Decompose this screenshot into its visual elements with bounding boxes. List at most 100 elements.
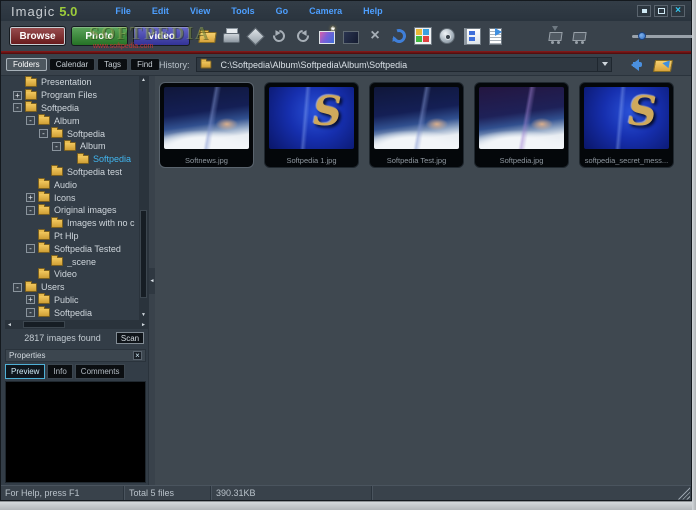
- tree-item[interactable]: -Album: [5, 140, 139, 153]
- scroll-down-arrow[interactable]: ▼: [139, 311, 148, 320]
- open-folder-button[interactable]: [195, 24, 219, 48]
- expand-toggle[interactable]: -: [52, 142, 61, 151]
- thumbnail-filename: Softpedia 1.jpg: [269, 149, 354, 165]
- thumbnail[interactable]: Softpedia Test.jpg: [369, 82, 464, 168]
- tab-tags[interactable]: Tags: [97, 58, 128, 71]
- collage-button[interactable]: [411, 24, 435, 48]
- thumbnail[interactable]: Softpedia.jpg: [474, 82, 569, 168]
- tree-item[interactable]: -Users: [5, 281, 139, 294]
- properties-tab-preview[interactable]: Preview: [5, 364, 45, 379]
- printer-button[interactable]: [219, 24, 243, 48]
- maximize-button[interactable]: [654, 5, 668, 17]
- folder-icon: [38, 270, 50, 279]
- rotate-left-button[interactable]: [267, 24, 291, 48]
- photo-mode-button[interactable]: Photo: [71, 26, 128, 46]
- scroll-left-arrow[interactable]: ◄: [7, 322, 12, 328]
- rotate-right-button[interactable]: [291, 24, 315, 48]
- toolbar-icons: [195, 24, 696, 48]
- scroll-right-arrow[interactable]: ►: [141, 322, 146, 328]
- tree-item[interactable]: -Softpedia: [5, 102, 139, 115]
- folder-icon: [25, 283, 37, 292]
- zoom-slider-track: [632, 35, 696, 38]
- tree-item[interactable]: -Softpedia: [5, 127, 139, 140]
- tree-item[interactable]: -Original images: [5, 204, 139, 217]
- expand-toggle[interactable]: +: [26, 295, 35, 304]
- tree-item[interactable]: Softpedia test: [5, 166, 139, 179]
- menu-bar: File Edit View Tools Go Camera Help: [113, 5, 384, 17]
- expand-toggle[interactable]: +: [13, 91, 22, 100]
- panel-splitter[interactable]: ◄: [149, 76, 155, 485]
- refresh-icon: [390, 27, 408, 45]
- tree-item-label: Presentation: [41, 77, 92, 87]
- thumbnail[interactable]: softpedia_secret_mess...: [579, 82, 674, 168]
- cd-button[interactable]: [435, 24, 459, 48]
- expand-toggle[interactable]: -: [13, 283, 22, 292]
- tree-item[interactable]: Pt Hlp: [5, 230, 139, 243]
- scan-button[interactable]: Scan: [116, 332, 144, 344]
- folder-icon: [51, 257, 63, 266]
- video-mode-button[interactable]: Video: [133, 26, 190, 46]
- tree-horizontal-scrollbar[interactable]: ◄ ►: [5, 320, 148, 329]
- close-icon[interactable]: ×: [133, 351, 142, 360]
- expand-toggle[interactable]: -: [26, 308, 35, 317]
- photo-album-button[interactable]: [459, 24, 483, 48]
- tree-item[interactable]: +Program Files: [5, 89, 139, 102]
- scrollbar-thumb[interactable]: [23, 321, 65, 328]
- cart-button[interactable]: [567, 24, 591, 48]
- expand-toggle[interactable]: -: [26, 116, 35, 125]
- expand-toggle[interactable]: +: [26, 193, 35, 202]
- properties-tab-info[interactable]: Info: [47, 364, 72, 379]
- scrollbar-thumb[interactable]: [140, 210, 147, 298]
- menu-camera[interactable]: Camera: [307, 5, 344, 17]
- expand-toggle[interactable]: -: [13, 103, 22, 112]
- tree-item[interactable]: Images with no c: [5, 217, 139, 230]
- tree-item[interactable]: -Softpedia Tested: [5, 242, 139, 255]
- history-path-field[interactable]: C:\Softpedia\Album\Softpedia\Album\Softp…: [196, 57, 612, 72]
- email-button[interactable]: [243, 24, 267, 48]
- status-total-files: Total 5 files: [124, 488, 210, 498]
- scroll-up-arrow[interactable]: ▲: [139, 76, 148, 85]
- zoom-slider[interactable]: [627, 24, 696, 48]
- expand-toggle[interactable]: -: [39, 129, 48, 138]
- tree-item[interactable]: +Icons: [5, 191, 139, 204]
- tab-folders[interactable]: Folders: [6, 58, 47, 71]
- zoom-slider-thumb[interactable]: [638, 32, 646, 40]
- thumbnail[interactable]: Softnews.jpg: [159, 82, 254, 168]
- tree-item[interactable]: Video: [5, 268, 139, 281]
- delete-image-button[interactable]: [339, 24, 363, 48]
- tree-item[interactable]: Softpedia: [5, 153, 139, 166]
- collapse-panel-arrow[interactable]: ◄: [149, 268, 155, 294]
- tree-item[interactable]: _scene: [5, 255, 139, 268]
- close-x-button[interactable]: [363, 24, 387, 48]
- menu-help[interactable]: Help: [361, 5, 385, 17]
- back-button[interactable]: [624, 59, 644, 71]
- close-button[interactable]: ×: [671, 5, 685, 17]
- tree-item[interactable]: -Album: [5, 114, 139, 127]
- history-dropdown-button[interactable]: [597, 58, 611, 71]
- minimize-button[interactable]: [637, 5, 651, 17]
- expand-toggle[interactable]: -: [26, 244, 35, 253]
- menu-go[interactable]: Go: [274, 5, 291, 17]
- toolbar: BrowsePhotoVideo SOFTPEDIA www.softpedia…: [1, 21, 691, 51]
- resize-grip[interactable]: [677, 487, 690, 500]
- menu-edit[interactable]: Edit: [150, 5, 171, 17]
- thumbnail[interactable]: Softpedia 1.jpg: [264, 82, 359, 168]
- refresh-button[interactable]: [387, 24, 411, 48]
- properties-tab-comments[interactable]: Comments: [75, 364, 126, 379]
- cart-add-button[interactable]: [543, 24, 567, 48]
- browse-mode-button[interactable]: Browse: [9, 26, 66, 46]
- edit-image-button[interactable]: [315, 24, 339, 48]
- tab-calendar[interactable]: Calendar: [49, 58, 95, 71]
- expand-toggle[interactable]: -: [26, 206, 35, 215]
- menu-view[interactable]: View: [188, 5, 212, 17]
- rotate-left-icon: [270, 27, 288, 45]
- tree-vertical-scrollbar[interactable]: ▲ ▼: [139, 76, 148, 320]
- tree-item[interactable]: Presentation: [5, 76, 139, 89]
- tree-item[interactable]: -Softpedia: [5, 306, 139, 319]
- menu-file[interactable]: File: [113, 5, 133, 17]
- tree-item[interactable]: Audio: [5, 178, 139, 191]
- tree-item[interactable]: +Public: [5, 294, 139, 307]
- report-button[interactable]: [483, 24, 507, 48]
- menu-tools[interactable]: Tools: [229, 5, 256, 17]
- open-folder-button[interactable]: [654, 58, 673, 72]
